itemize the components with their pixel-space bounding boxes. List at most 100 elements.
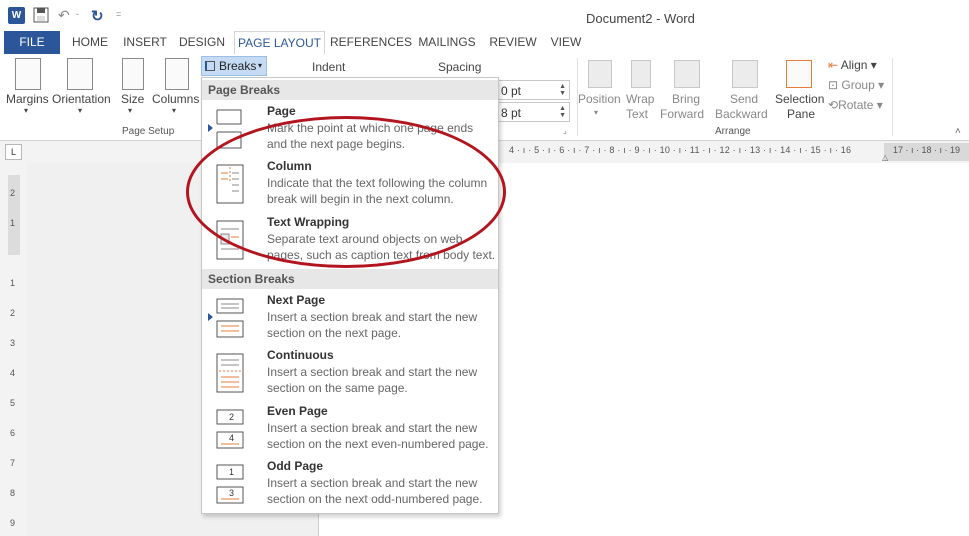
arrange-group-label: Arrange [715,126,751,137]
columns-button[interactable]: Columns [152,92,199,106]
breaks-button[interactable]: Breaks ▾ [201,56,267,76]
right-indent-marker-icon[interactable]: △ [882,153,888,162]
columns-dropdown-icon[interactable]: ▾ [172,106,176,115]
item-description: Insert a section break and start the new [267,310,478,324]
size-button[interactable]: Size [121,92,144,106]
selection-pane-icon [786,60,812,88]
vruler-tick: 7 [10,458,16,468]
collapse-ribbon-icon[interactable]: ˄ [955,126,961,137]
item-description: section on the next odd-numbered page. [267,492,483,506]
wrap-text-button[interactable]: Wrap [626,92,654,106]
vruler-tick: 6 [10,428,16,438]
send-backward-button-line2[interactable]: Backward [715,107,768,121]
undo-dropdown-icon[interactable]: - [76,9,79,27]
item-title: Next Page [267,293,326,307]
align-icon: ⇤ [828,58,839,72]
vruler-tick: 4 [10,368,16,378]
align-button[interactable]: ⇤ Align ▾ [828,58,877,72]
tab-mailings[interactable]: MAILINGS [414,31,480,54]
send-backward-button[interactable]: Send [730,92,758,106]
window-title: Document2 - Word [586,11,695,26]
vruler-tick: 9 [10,518,16,528]
vruler-tick: 3 [10,338,16,348]
position-dropdown-icon[interactable]: ▾ [594,108,598,117]
save-icon[interactable] [33,7,49,25]
item-description: section on the next page. [267,326,402,340]
item-title: Continuous [267,348,334,362]
annotation-ellipse [186,116,506,268]
item-title: Odd Page [267,459,324,473]
tab-view[interactable]: VIEW [546,31,586,54]
ruler-top-margin [8,175,20,255]
even-page-number-bottom: 4 [229,433,235,443]
tab-selector[interactable]: L [5,144,22,160]
redo-icon[interactable]: ↻ [91,7,104,25]
bring-forward-button-line2[interactable]: Forward [660,107,704,121]
wrap-text-button-line2[interactable]: Text [626,107,648,121]
tab-page-layout[interactable]: PAGE LAYOUT [234,31,325,56]
align-label: Align [840,58,868,72]
tab-design[interactable]: DESIGN [176,31,228,54]
tab-references[interactable]: REFERENCES [330,31,412,54]
item-description: section on the same page. [267,381,408,395]
orientation-dropdown-icon[interactable]: ▾ [78,106,82,115]
word-logo-icon[interactable]: W [8,7,25,24]
ruler-end-ticks: 17 · ı · 18 · ı · 19 [893,145,961,155]
vruler-tick: 1 [10,278,16,288]
tab-review[interactable]: REVIEW [488,31,538,54]
group-icon: ⊡ [828,78,839,92]
breaks-dropdown-icon: ▾ [258,61,263,70]
tab-home[interactable]: HOME [64,31,116,54]
undo-icon[interactable]: ↶ [58,7,70,25]
send-backward-icon [732,60,758,88]
item-description: Insert a section break and start the new [267,365,478,379]
item-description: section on the next even-numbered page. [267,437,489,451]
break-continuous-item[interactable]: Continuous Insert a section break and st… [202,348,498,403]
selection-pane-button[interactable]: Selection [775,92,824,106]
position-button[interactable]: Position [578,92,621,106]
break-even-page-item[interactable]: 2 4 Even Page Insert a section break and… [202,404,498,459]
vruler-tick: 5 [10,398,16,408]
margins-dropdown-icon[interactable]: ▾ [24,106,28,115]
bring-forward-button[interactable]: Bring [672,92,700,106]
spinner-arrows-icon[interactable]: ▲ ▼ [559,105,566,119]
vertical-ruler[interactable]: 2 1 1 2 3 4 5 6 7 8 9 [0,163,27,536]
item-title: Even Page [267,404,328,418]
even-page-number-top: 2 [229,412,235,422]
vruler-tick: 2 [10,188,16,198]
continuous-break-icon [216,353,244,393]
page-setup-group-label: Page Setup [122,126,175,137]
odd-page-number-bottom: 3 [229,488,235,498]
item-description: Insert a section break and start the new [267,421,478,435]
customize-qat-icon[interactable]: = [116,9,121,27]
rotate-icon: ⟲ [828,98,839,112]
columns-icon [165,58,189,90]
size-dropdown-icon[interactable]: ▾ [128,106,132,115]
group-label: Group [841,78,875,92]
selected-marker-icon [208,313,213,321]
group-button[interactable]: ⊡ Group ▾ [828,78,884,92]
tab-insert[interactable]: INSERT [120,31,170,54]
bring-forward-icon [674,60,700,88]
position-icon [588,60,612,88]
vruler-tick: 8 [10,488,16,498]
spacing-label: Spacing [438,60,482,74]
orientation-button[interactable]: Orientation [52,92,111,106]
paragraph-dialog-launcher-icon[interactable]: ⌟ [563,126,567,135]
rotate-label: Rotate [838,98,874,112]
selection-pane-button-line2[interactable]: Pane [787,107,815,121]
indent-label: Indent [312,60,346,74]
group-separator [892,58,893,136]
orientation-icon [67,58,93,90]
spacing-before-input[interactable]: 0 pt ▲ ▼ [496,80,570,100]
selected-marker-icon [208,124,213,132]
break-odd-page-item[interactable]: 1 3 Odd Page Insert a section break and … [202,459,498,514]
tab-file[interactable]: FILE [4,31,60,54]
rotate-button[interactable]: ⟲Rotate ▾ [828,98,883,112]
break-next-page-item[interactable]: Next Page Insert a section break and sta… [202,293,498,348]
wrap-text-icon [631,60,651,88]
spacing-after-value: 8 pt [501,106,522,120]
spacing-after-input[interactable]: 8 pt ▲ ▼ [496,102,570,122]
margins-button[interactable]: Margins [6,92,49,106]
spinner-arrows-icon[interactable]: ▲ ▼ [559,83,566,97]
